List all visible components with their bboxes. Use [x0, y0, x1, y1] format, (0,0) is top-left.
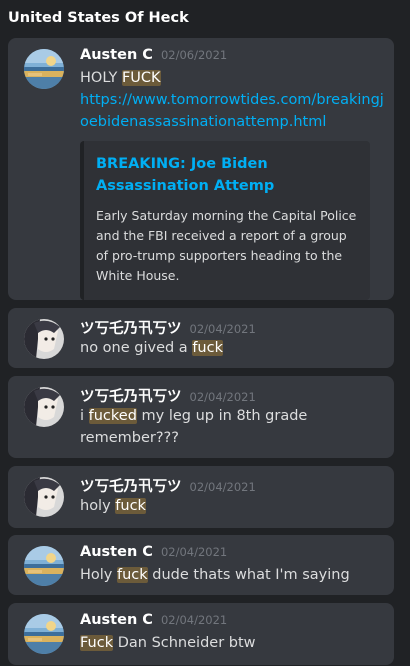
- search-result-message[interactable]: Austen C 02/06/2021 HOLY FUCK https://ww…: [8, 38, 394, 300]
- landscape-avatar-icon[interactable]: [24, 546, 64, 586]
- landscape-avatar-icon[interactable]: [24, 614, 64, 654]
- message-author[interactable]: Austen C: [80, 47, 153, 63]
- message-link[interactable]: https://www.tomorrowtides.com/breakingjo…: [80, 89, 384, 133]
- message-timestamp: 02/06/2021: [160, 48, 228, 62]
- message-timestamp: 02/04/2021: [160, 545, 228, 559]
- search-result-message[interactable]: Austen C 02/04/2021 Fuck Dan Schneider b…: [8, 603, 394, 665]
- message-author[interactable]: ツ丂乇乃卂丂ツ: [80, 385, 182, 406]
- anime-avatar-icon[interactable]: [24, 387, 64, 427]
- message-timestamp: 02/04/2021: [160, 613, 228, 627]
- search-result-message[interactable]: ツ丂乇乃卂丂ツ 02/04/2021 i fucked my leg up in…: [8, 376, 394, 458]
- search-highlight: fuck: [115, 498, 146, 514]
- message-author[interactable]: Austen C: [80, 544, 153, 560]
- message-text: Holy fuck dude thats what I'm saying: [80, 567, 350, 583]
- message-text: holy fuck: [80, 498, 146, 514]
- search-result-message[interactable]: Austen C 02/04/2021 Holy fuck dude thats…: [8, 535, 394, 595]
- anime-avatar-icon[interactable]: [24, 477, 64, 517]
- message-timestamp: 02/04/2021: [189, 322, 256, 336]
- embed-description: Early Saturday morning the Capital Polic…: [96, 208, 357, 283]
- search-highlight: FUCK: [121, 70, 161, 86]
- search-highlight: fuck: [117, 567, 148, 583]
- search-result-message[interactable]: ツ丂乇乃卂丂ツ 02/04/2021 holy fuck: [8, 466, 394, 528]
- message-author[interactable]: ツ丂乇乃卂丂ツ: [80, 317, 182, 338]
- search-result-message[interactable]: ツ丂乇乃卂丂ツ 02/04/2021 no one gived a fuck: [8, 308, 394, 368]
- search-highlight: fucked: [88, 408, 137, 424]
- search-highlight: fuck: [192, 340, 223, 356]
- embed-title-link[interactable]: BREAKING: Joe Biden Assassination Attemp: [96, 153, 358, 197]
- message-timestamp: 02/04/2021: [189, 480, 256, 494]
- message-author[interactable]: ツ丂乇乃卂丂ツ: [80, 475, 182, 496]
- landscape-avatar-icon[interactable]: [24, 49, 64, 89]
- message-author[interactable]: Austen C: [80, 612, 153, 628]
- message-text: HOLY FUCK: [80, 70, 161, 86]
- message-text: i fucked my leg up in 8th grade remember…: [80, 408, 312, 446]
- message-timestamp: 02/04/2021: [189, 390, 256, 404]
- link-embed: BREAKING: Joe Biden Assassination Attemp…: [80, 141, 370, 300]
- channel-title: United States Of Heck: [8, 10, 189, 26]
- anime-avatar-icon[interactable]: [24, 319, 64, 359]
- message-text: Fuck Dan Schneider btw: [80, 635, 256, 651]
- message-text: no one gived a fuck: [80, 340, 223, 356]
- search-highlight: Fuck: [80, 635, 114, 651]
